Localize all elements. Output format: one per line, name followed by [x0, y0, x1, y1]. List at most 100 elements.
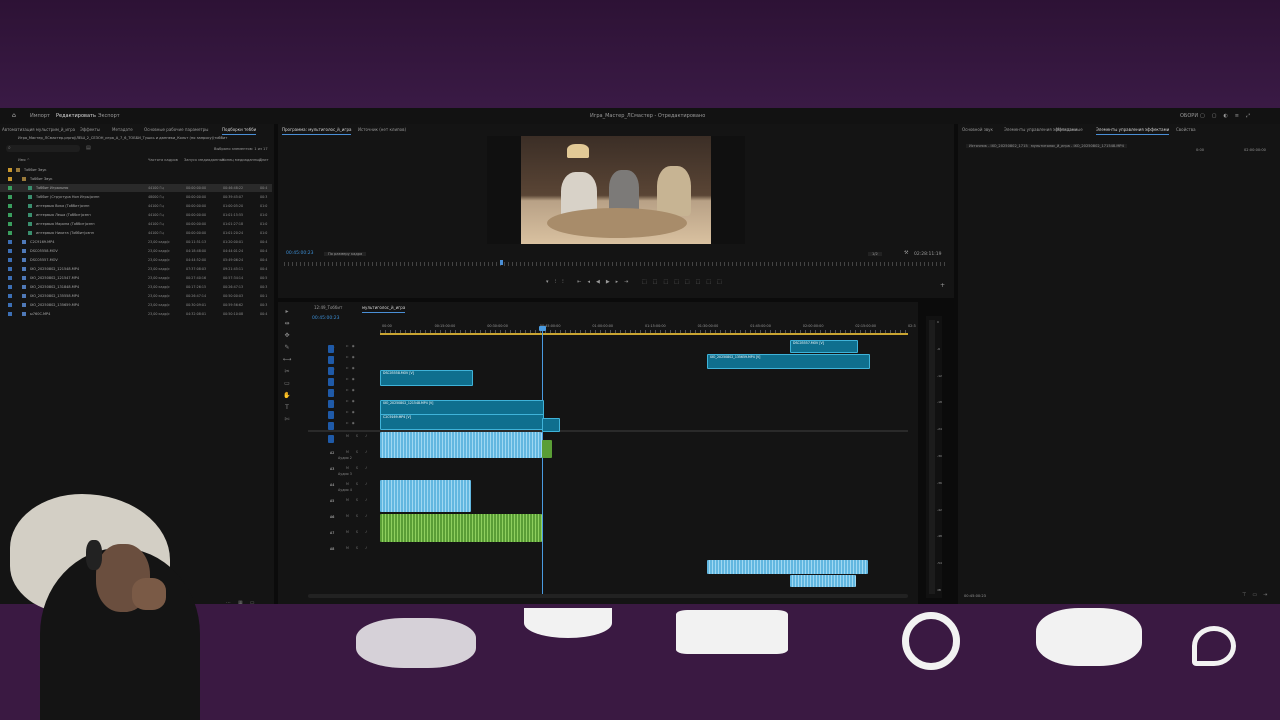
- label-color-swatch[interactable]: [8, 195, 12, 199]
- timeline-timecode[interactable]: 00:45:00:23: [312, 316, 339, 321]
- audio-clip-a5[interactable]: [380, 514, 542, 542]
- project-row[interactable]: C2C9169.MP4 23,00 кадр/с 00:11:51:13 01:20:…: [0, 238, 272, 246]
- project-row[interactable]: DSC05558.MOV 23,00 кадр/с 04:18:48:00 04:44…: [0, 247, 272, 255]
- track-toggle-icons[interactable]: ⊏◉: [346, 377, 358, 381]
- track-target-toggle[interactable]: [328, 435, 334, 443]
- effect-sequence[interactable]: мультиголос_й_игра - IXO_20250802_171548…: [1028, 144, 1127, 148]
- tab-program[interactable]: Программа: мультиголос_й_игра: [282, 127, 352, 135]
- audio-track-header[interactable]: A7 M S ♪: [308, 530, 380, 540]
- project-row[interactable]: IXO_20250802_121547.MP4 23,00 кадр/с 00:27…: [0, 274, 272, 282]
- search-input[interactable]: [6, 145, 80, 152]
- track-target-toggle[interactable]: [328, 378, 334, 386]
- playhead-handle[interactable]: [539, 326, 546, 331]
- program-playhead[interactable]: [500, 260, 503, 265]
- video-track-header[interactable]: V6⊏◉: [308, 366, 380, 376]
- video-track-header[interactable]: V3⊏◉: [308, 399, 380, 409]
- quality-dropdown[interactable]: 1/2: [868, 252, 882, 256]
- video-track-header[interactable]: V7⊏◉: [308, 355, 380, 365]
- track-toggle-icons[interactable]: M S ♪: [346, 530, 370, 534]
- tab-sequence-2[interactable]: мультиголос_й_игра: [362, 305, 406, 313]
- label-color-swatch[interactable]: [8, 204, 12, 208]
- tools-column[interactable]: ▸ ⇹ ✥ ✎ ⟷ ✂ ▭ ✋ T ✄: [280, 306, 294, 426]
- project-row[interactable]: Тоббит Звук: [0, 166, 272, 174]
- project-row[interactable]: Тоббит Звук: [0, 175, 272, 183]
- track-toggle-icons[interactable]: ⊏◉: [346, 399, 358, 403]
- audio-track-header[interactable]: A3 M S ♪ Аудио 3: [308, 466, 380, 476]
- fit-dropdown[interactable]: По размеру кадра: [324, 252, 367, 256]
- track-toggle-icons[interactable]: ⊏◉: [346, 388, 358, 392]
- clip-v8[interactable]: DSC05557.MOV [V]: [790, 340, 858, 353]
- menu-import[interactable]: Импорт: [30, 113, 50, 119]
- label-color-swatch[interactable]: [8, 177, 12, 181]
- tab-properties[interactable]: Свойства: [1176, 127, 1196, 132]
- project-row[interactable]: интервью Леша (Тоббит)ознн 44100 Гц 00:00:…: [0, 211, 272, 219]
- tab-meta[interactable]: Метаданные: [1056, 127, 1083, 132]
- audio-track-header[interactable]: A4 M S ♪ Аудио 4: [308, 482, 380, 492]
- track-toggle-icons[interactable]: ⊏◉: [346, 421, 358, 425]
- label-color-swatch[interactable]: [8, 258, 12, 262]
- label-color-swatch[interactable]: [8, 312, 12, 316]
- col-start[interactable]: Запуск медиаданных: [184, 158, 225, 162]
- clip-v1-tail[interactable]: [542, 418, 560, 432]
- audio-track-header[interactable]: A6 M S ♪: [308, 514, 380, 524]
- project-row[interactable]: ы760C.MP4 23,00 кадр/с 04:32:08:01 00:50:10…: [0, 310, 272, 318]
- track-toggle-icons[interactable]: M S ♪: [346, 546, 370, 550]
- label-color-swatch[interactable]: [8, 231, 12, 235]
- label-color-swatch[interactable]: [8, 240, 12, 244]
- audio-track-header[interactable]: A1M S ♪: [308, 434, 380, 444]
- audio-track-header[interactable]: A8 M S ♪: [308, 546, 380, 556]
- project-row[interactable]: IXO_20250802_135659.MP4 23,00 кадр/с 00:30…: [0, 301, 272, 309]
- track-toggle-icons[interactable]: M S ♪: [346, 434, 370, 438]
- track-toggle-icons[interactable]: M S ♪: [346, 482, 370, 486]
- project-row[interactable]: интервью Вика (Тоббит)ознн 44100 Гц 00:00:…: [0, 202, 272, 210]
- audio-clip-a7[interactable]: [707, 560, 868, 574]
- project-row[interactable]: IXO_20250802_131848.MP4 23,00 кадр/с 00:17…: [0, 283, 272, 291]
- track-target-toggle[interactable]: [328, 400, 334, 408]
- window-controls[interactable]: ▢▢◐≡⤢: [1200, 113, 1257, 119]
- tab-automation[interactable]: Автоматизация мульстрим_й_игра: [2, 127, 75, 132]
- home-icon[interactable]: ⌂: [12, 112, 16, 119]
- label-color-swatch[interactable]: [8, 222, 12, 226]
- label-color-swatch[interactable]: [8, 186, 12, 190]
- transport-controls[interactable]: ▾⁝⁝ ⇤◂◀▶▸⇥ ⬚⬚⬚⬚⬚⬚⬚⬚: [546, 279, 728, 285]
- program-scrubber[interactable]: [284, 262, 948, 266]
- project-row[interactable]: Тоббит (Структура Нон Игры)ознн 48000 Гц 0…: [0, 193, 272, 201]
- label-color-swatch[interactable]: [8, 267, 12, 271]
- audio-track-header[interactable]: A2 M S ♪ Аудио 2: [308, 450, 380, 460]
- audio-clip-a4[interactable]: [380, 480, 471, 512]
- effect-footer-icons[interactable]: ⊤▭⇥: [1242, 592, 1273, 598]
- tab-sequence-1[interactable]: 12:49_Тоббит: [314, 305, 342, 310]
- program-timecode[interactable]: 00:45:00:23: [286, 251, 313, 256]
- label-color-swatch[interactable]: [8, 285, 12, 289]
- tab-essential-sound[interactable]: Основной звук: [962, 127, 993, 132]
- audio-clip-a1[interactable]: [380, 432, 542, 458]
- project-row[interactable]: IXO_20250802_121548.MP4 23,00 кадр/с 07:37…: [0, 265, 272, 273]
- track-target-toggle[interactable]: [328, 389, 334, 397]
- project-row[interactable]: Тоббит Игральню 44100 Гц 00:00:00:00 00:46:…: [0, 184, 272, 192]
- track-toggle-icons[interactable]: ⊏◉: [346, 344, 358, 348]
- col-name[interactable]: Имя ^: [18, 158, 30, 162]
- col-duration[interactable]: Длит: [259, 158, 269, 162]
- video-track-header[interactable]: V8⊏◉: [308, 344, 380, 354]
- audio-clip-a8[interactable]: [790, 575, 856, 587]
- tab-effect-controls[interactable]: Элементы управления эффектами: [1096, 127, 1170, 135]
- col-end[interactable]: Конец медиаданных: [222, 158, 261, 162]
- track-toggle-icons[interactable]: M S ♪: [346, 466, 370, 470]
- track-target-toggle[interactable]: [328, 411, 334, 419]
- tab-metadata[interactable]: Метадате: [112, 127, 133, 132]
- track-toggle-icons[interactable]: ⊏◉: [346, 410, 358, 414]
- clip-v6[interactable]: DSC05558.MOV [V]: [380, 370, 473, 386]
- track-target-toggle[interactable]: [328, 356, 334, 364]
- project-row[interactable]: интервью Никита (Тоббит)ознн 44100 Гц 00:0…: [0, 229, 272, 237]
- project-row[interactable]: DSC05557.MOV 23,00 кадр/с 04:44:52:00 05:49…: [0, 256, 272, 264]
- video-track-header[interactable]: V5⊏◉: [308, 377, 380, 387]
- tab-effects[interactable]: Эффекты: [80, 127, 100, 132]
- track-target-toggle[interactable]: [328, 345, 334, 353]
- track-target-toggle[interactable]: [328, 422, 334, 430]
- add-button-icon[interactable]: +: [940, 282, 945, 289]
- timeline-scrollbar[interactable]: [308, 594, 908, 598]
- label-color-swatch[interactable]: [8, 276, 12, 280]
- track-target-toggle[interactable]: [328, 367, 334, 375]
- audio-clip-a2-tail[interactable]: [542, 440, 552, 458]
- bin-icon[interactable]: ▤: [86, 145, 91, 151]
